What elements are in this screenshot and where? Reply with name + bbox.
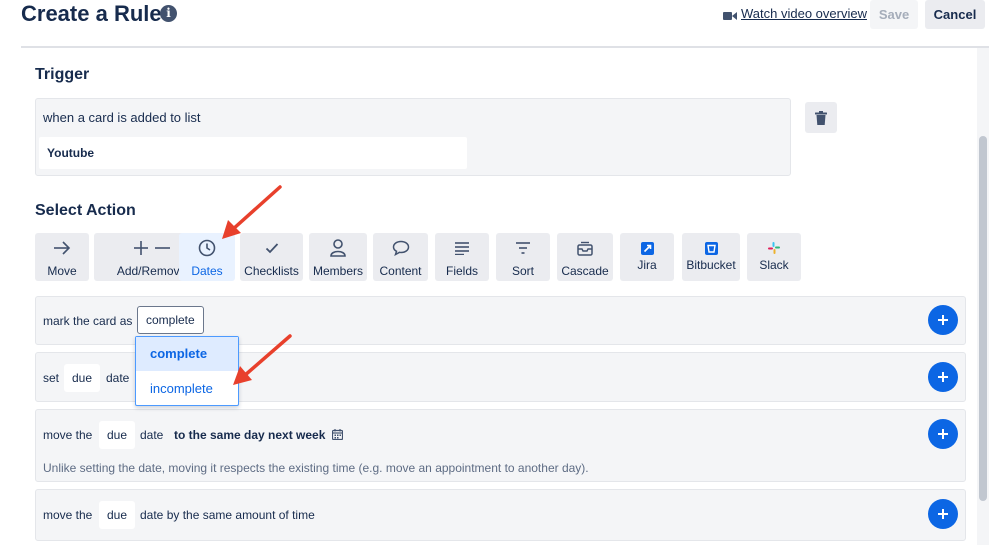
tab-content[interactable]: Content (373, 233, 428, 281)
bitbucket-logo-icon (682, 241, 740, 255)
clock-icon (179, 237, 235, 259)
action-text: move the (43, 428, 93, 442)
dropdown-option-complete[interactable]: complete (136, 337, 238, 371)
tab-label: Slack (759, 258, 789, 272)
tab-label: Cascade (561, 264, 609, 278)
hint-text: Unlike setting the date, moving it respe… (43, 461, 589, 475)
calendar-icon (331, 429, 343, 441)
date-target-label: to the same day next week (174, 428, 326, 442)
delete-trigger-button[interactable] (805, 102, 837, 133)
add-action-button[interactable] (928, 362, 958, 392)
trash-icon (815, 110, 827, 125)
tab-dates[interactable]: Dates (179, 233, 235, 281)
tab-label: Sort (511, 264, 534, 278)
action-text: date by the same amount of time (140, 508, 315, 522)
plus-icon (938, 509, 948, 519)
tab-label: Bitbucket (686, 258, 736, 272)
tab-members[interactable]: Members (309, 233, 367, 281)
person-icon (309, 237, 367, 259)
arrow-right-icon (35, 237, 89, 259)
tab-slack[interactable]: Slack (747, 233, 801, 281)
action-text: move the (43, 508, 93, 522)
dropdown-option-incomplete[interactable]: incomplete (136, 372, 238, 406)
date-target-select[interactable]: to the same day next week (174, 429, 343, 441)
add-action-button[interactable] (928, 419, 958, 449)
add-action-button[interactable] (928, 499, 958, 529)
scrollbar-thumb[interactable] (979, 136, 987, 501)
tab-fields[interactable]: Fields (435, 233, 489, 281)
info-icon[interactable]: i (160, 5, 177, 22)
action-row-move-date: move the due date to the same day next w… (35, 409, 966, 482)
watch-video-label: Watch video overview (741, 6, 867, 21)
save-button[interactable]: Save (870, 0, 918, 29)
filter-icon (496, 237, 550, 259)
watch-video-link[interactable]: Watch video overview (723, 6, 867, 21)
date-field-select[interactable]: due (99, 421, 136, 449)
tab-checklists[interactable]: Checklists (240, 233, 303, 281)
slack-logo-icon (747, 241, 801, 255)
select-action-section-title: Select Action (35, 202, 136, 219)
completion-status-select[interactable]: complete (137, 306, 204, 334)
plus-icon (938, 429, 948, 439)
add-action-button[interactable] (928, 305, 958, 335)
lines-icon (435, 237, 489, 259)
tab-label: Dates (191, 264, 223, 278)
tab-cascade[interactable]: Cascade (557, 233, 613, 281)
tab-jira[interactable]: Jira (620, 233, 674, 281)
date-field-select[interactable]: due (99, 501, 136, 529)
header: Create a Rule i Watch video overview Sav… (0, 0, 998, 46)
tab-sort[interactable]: Sort (496, 233, 550, 281)
tab-move[interactable]: Move (35, 233, 89, 281)
trigger-section-title: Trigger (35, 66, 90, 83)
inbox-icon (557, 237, 613, 259)
trigger-text: when a card is added to list (43, 110, 201, 125)
trigger-list-name: Youtube (39, 137, 467, 169)
check-icon (240, 237, 303, 259)
action-text: date (106, 371, 130, 385)
tab-label: Members (312, 264, 363, 278)
jira-logo-icon (620, 241, 674, 255)
tab-bitbucket[interactable]: Bitbucket (682, 233, 740, 281)
tab-label: Move (47, 264, 77, 278)
plus-icon (938, 372, 948, 382)
trigger-box: when a card is added to list Youtube (35, 98, 791, 176)
action-row-move-date-amount: move the due date by the same amount of … (35, 489, 966, 541)
action-text: mark the card as (43, 314, 133, 328)
completion-status-dropdown: complete incomplete (135, 336, 239, 406)
speech-bubble-icon (373, 237, 428, 259)
tab-label: Jira (637, 258, 657, 272)
tab-label: Checklists (244, 264, 299, 278)
action-text: set (43, 371, 60, 385)
tab-label: Fields (445, 264, 478, 278)
page-title: Create a Rule (21, 1, 162, 26)
action-text: date (140, 428, 164, 442)
date-field-select[interactable]: due (64, 364, 101, 392)
plus-icon (938, 315, 948, 325)
tab-label: Content (379, 264, 422, 278)
video-camera-icon (723, 9, 737, 20)
header-divider (21, 46, 989, 48)
annotation-arrow-dates (222, 185, 282, 239)
cancel-button[interactable]: Cancel (925, 0, 985, 29)
